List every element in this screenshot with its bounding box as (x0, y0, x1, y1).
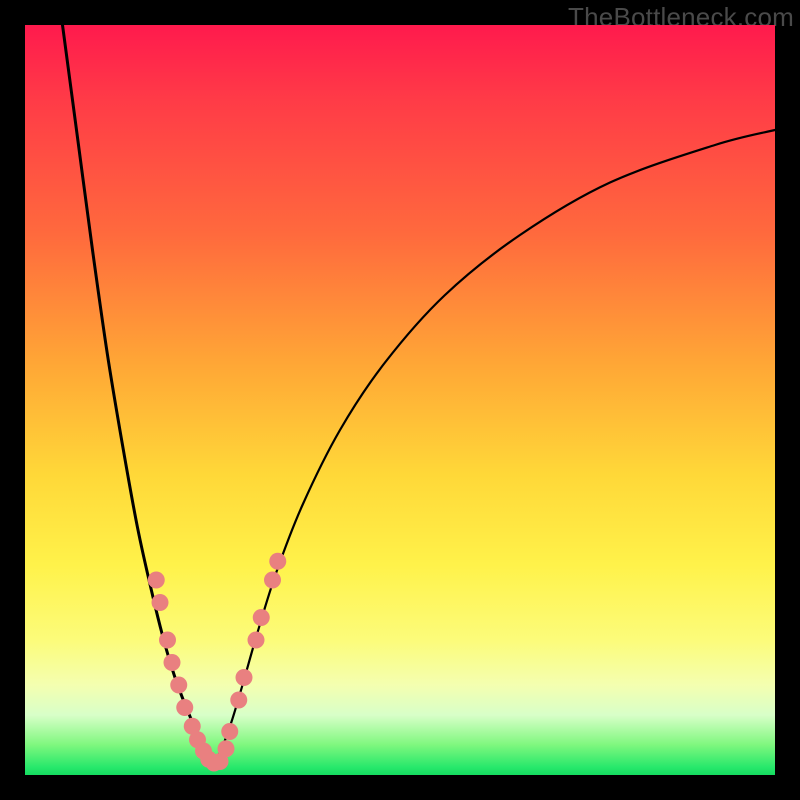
data-point-marker (221, 723, 238, 740)
data-point-marker (152, 594, 169, 611)
data-point-marker (253, 609, 270, 626)
data-point-marker (159, 632, 176, 649)
data-point-marker (218, 740, 235, 757)
data-point-marker (248, 632, 265, 649)
plot-area (25, 25, 775, 775)
curve-right-curve (213, 130, 776, 764)
data-point-marker (176, 699, 193, 716)
data-point-marker (269, 553, 286, 570)
data-point-marker (170, 677, 187, 694)
chart-frame: TheBottleneck.com (0, 0, 800, 800)
chart-svg (25, 25, 775, 775)
data-point-marker (148, 572, 165, 589)
curve-layer (63, 25, 776, 764)
data-point-marker (264, 572, 281, 589)
curve-left-curve (63, 25, 213, 764)
data-point-marker (236, 669, 253, 686)
data-point-marker (164, 654, 181, 671)
data-point-marker (230, 692, 247, 709)
marker-layer (148, 553, 287, 772)
